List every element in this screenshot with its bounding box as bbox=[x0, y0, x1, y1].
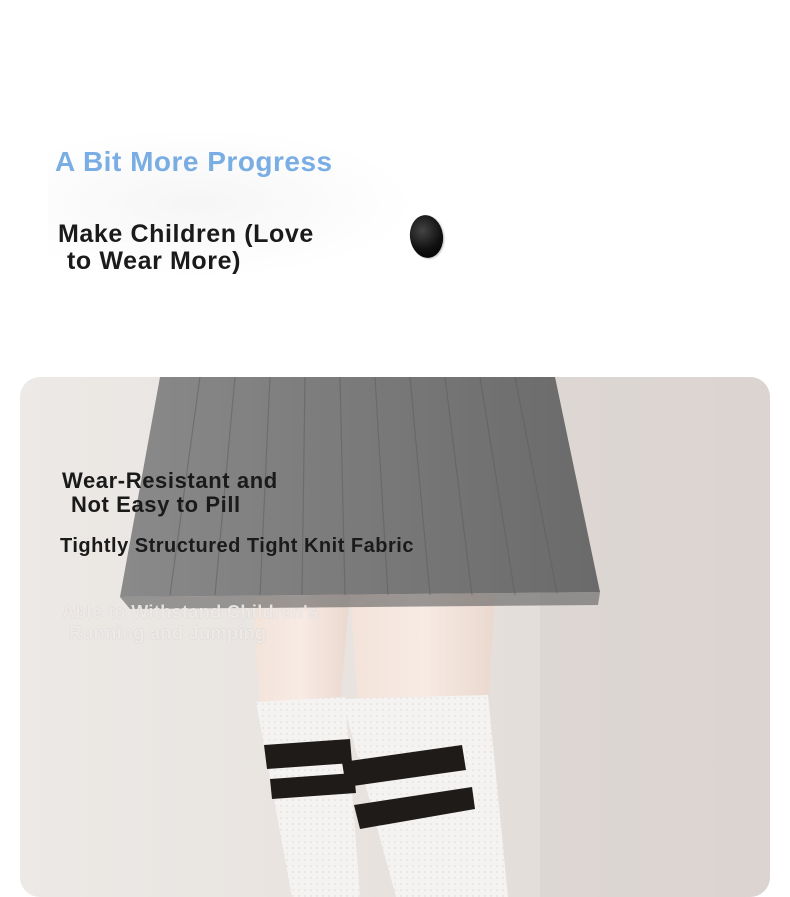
right-leg bbox=[350, 592, 495, 707]
left-sock bbox=[256, 697, 360, 897]
intro-section: A Bit More Progress Make Children (Love … bbox=[0, 0, 790, 360]
intro-headline-line2: to Wear More) bbox=[67, 247, 242, 275]
feature-title-line1: Wear-Resistant and bbox=[62, 468, 278, 493]
intro-subtitle: A Bit More Progress bbox=[55, 146, 333, 177]
feature-note: Able to Withstand Children's Running and… bbox=[62, 602, 318, 644]
wall-shadow bbox=[540, 377, 770, 897]
product-photo: Wear-Resistant and Not Easy to Pill Tigh… bbox=[20, 377, 770, 897]
feature-title-line2: Not Easy to Pill bbox=[71, 492, 241, 517]
feature-note-line1: Able to Withstand Children's bbox=[62, 602, 319, 622]
intro-headline: Make Children (Love to Wear More) bbox=[58, 221, 314, 275]
feature-description: Tightly Structured Tight Knit Fabric bbox=[60, 535, 414, 557]
intro-headline-line1: Make Children (Love bbox=[58, 220, 314, 248]
feature-title: Wear-Resistant and Not Easy to Pill bbox=[62, 469, 278, 517]
feature-note-line2: Running and Jumping bbox=[69, 623, 267, 643]
